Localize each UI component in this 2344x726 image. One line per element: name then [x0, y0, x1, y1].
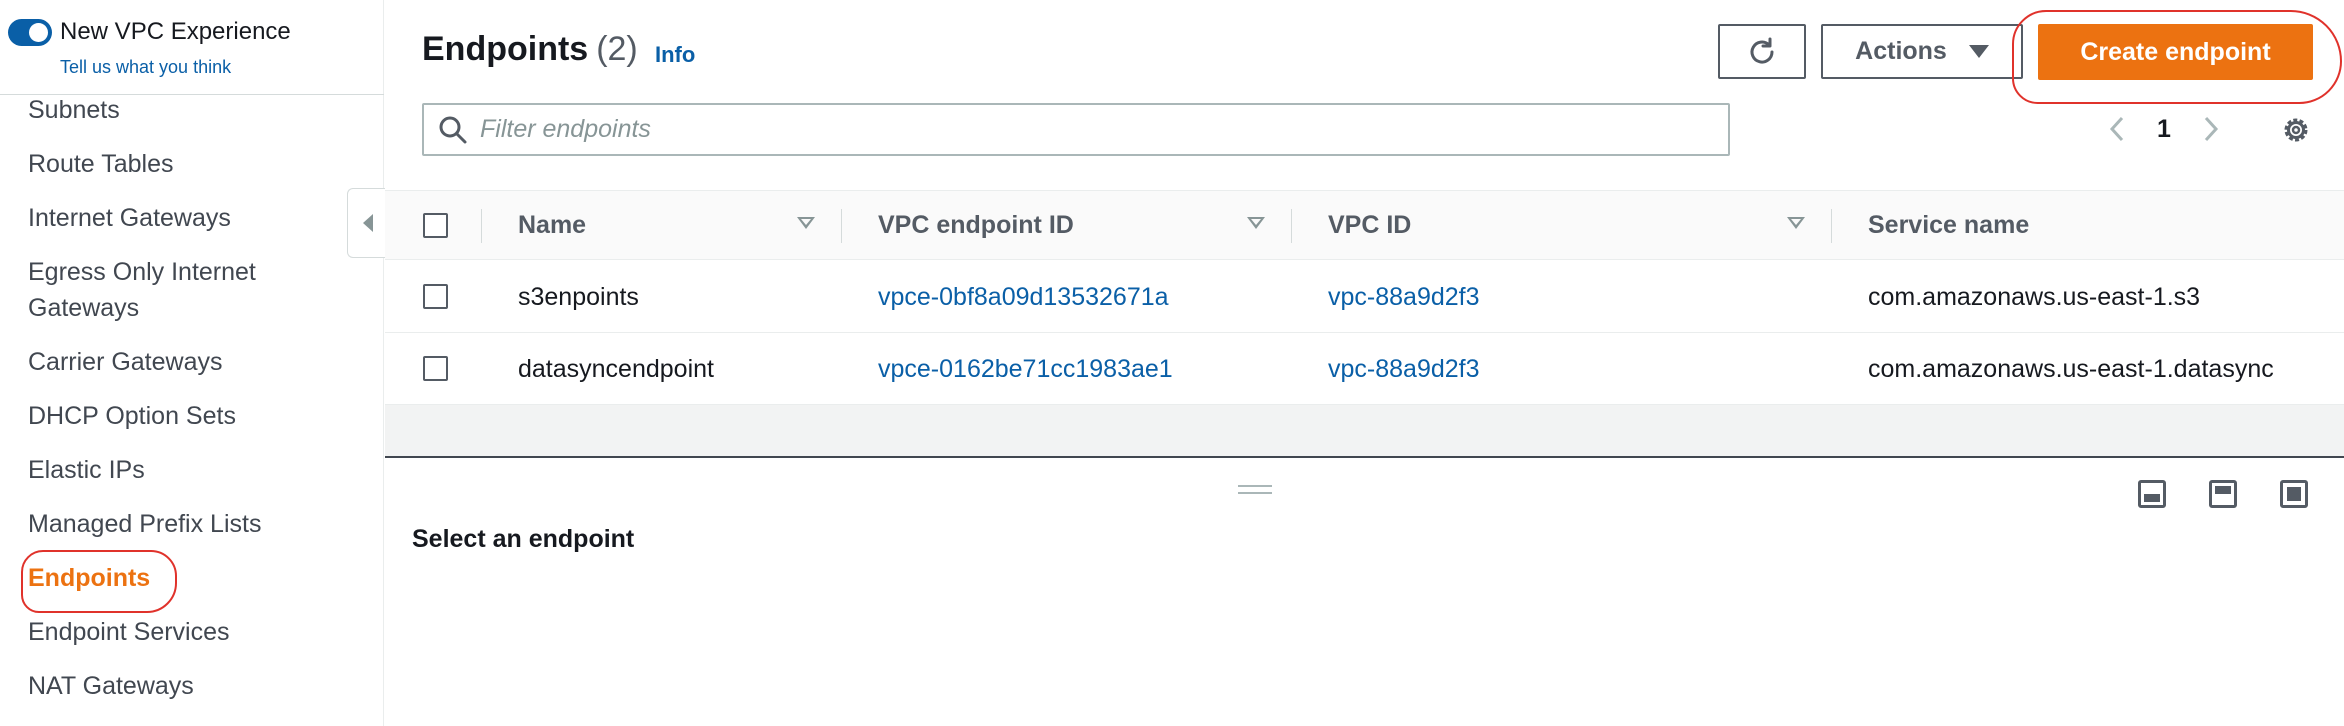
sidebar-item-managed-prefix-lists[interactable]: Managed Prefix Lists: [28, 506, 261, 542]
sidebar-item-elastic-ips[interactable]: Elastic IPs: [28, 452, 145, 488]
column-divider: [481, 209, 482, 243]
search-icon: [439, 116, 467, 143]
page-title-text: Endpoints: [422, 30, 589, 68]
service-name: com.amazonaws.us-east-1.datasync: [1868, 355, 2274, 383]
feedback-link[interactable]: Tell us what you think: [60, 57, 231, 78]
vpc-id-link[interactable]: vpc-88a9d2f3: [1328, 355, 1480, 384]
gear-icon[interactable]: [2280, 114, 2312, 146]
sidebar-item-egress-only-internet-gateways-line2[interactable]: Gateways: [28, 290, 139, 326]
sidebar-item-subnets[interactable]: Subnets: [28, 92, 120, 128]
main-content: Endpoints (2) Info Actions Create endpoin…: [385, 0, 2344, 726]
endpoint-name: datasyncendpoint: [518, 355, 714, 383]
sidebar-item-nat-gateways[interactable]: NAT Gateways: [28, 668, 194, 704]
actions-dropdown-button[interactable]: Actions: [1821, 24, 2023, 79]
page-title: Endpoints (2): [422, 30, 638, 69]
refresh-icon: [1750, 37, 1774, 64]
split-bottom-icon[interactable]: [2138, 480, 2166, 508]
sidebar-item-dhcp-option-sets[interactable]: DHCP Option Sets: [28, 398, 236, 434]
create-endpoint-annotation-circle: [2012, 10, 2342, 104]
sidebar-item-internet-gateways[interactable]: Internet Gateways: [28, 200, 231, 236]
endpoints-annotation-circle: [21, 550, 177, 613]
toggle-label: New VPC Experience: [60, 18, 291, 45]
info-link[interactable]: Info: [655, 42, 695, 68]
column-header-vpc-id[interactable]: VPC ID: [1328, 211, 1411, 240]
sidebar-item-egress-only-internet-gateways[interactable]: Egress Only Internet: [28, 254, 256, 290]
previous-page-icon[interactable]: [2103, 114, 2133, 144]
next-page-icon[interactable]: [2195, 114, 2225, 144]
column-divider: [841, 209, 842, 243]
filter-bar: [422, 103, 1730, 156]
table-row[interactable]: datasyncendpoint vpce-0162be71cc1983ae1 …: [385, 333, 2344, 405]
new-vpc-experience-toggle[interactable]: [8, 18, 52, 46]
sort-icon[interactable]: [1247, 217, 1265, 229]
split-panel-divider: [385, 456, 2344, 458]
vpc-id-link[interactable]: vpc-88a9d2f3: [1328, 283, 1480, 312]
table-header: Name VPC endpoint ID VPC ID Service name: [385, 190, 2344, 260]
vpc-endpoint-id-link[interactable]: vpce-0162be71cc1983ae1: [878, 355, 1173, 384]
sidebar-item-carrier-gateways[interactable]: Carrier Gateways: [28, 344, 223, 380]
vpc-endpoint-id-link[interactable]: vpce-0bf8a09d13532671a: [878, 283, 1169, 312]
sort-icon[interactable]: [797, 217, 815, 229]
column-divider: [1291, 209, 1292, 243]
filter-endpoints-input[interactable]: [480, 115, 1680, 144]
split-full-icon[interactable]: [2280, 480, 2308, 508]
endpoint-name: s3enpoints: [518, 283, 639, 311]
caret-left-icon: [362, 214, 373, 232]
column-header-service-name[interactable]: Service name: [1868, 211, 2029, 240]
table-empty-area: [385, 405, 2344, 457]
sidebar-item-endpoint-services[interactable]: Endpoint Services: [28, 614, 230, 650]
refresh-button[interactable]: [1718, 24, 1806, 79]
sidebar: New VPC Experience Tell us what you thin…: [0, 0, 384, 726]
table-row[interactable]: s3enpoints vpce-0bf8a09d13532671a vpc-88…: [385, 261, 2344, 333]
split-panel-drag-handle[interactable]: [1238, 485, 1272, 494]
caret-down-icon: [1968, 45, 1989, 58]
sidebar-item-route-tables[interactable]: Route Tables: [28, 146, 173, 182]
sidebar-collapse-handle[interactable]: [347, 188, 387, 258]
pagination: 1: [2103, 114, 2225, 144]
split-side-icon[interactable]: [2209, 480, 2237, 508]
details-empty-message: Select an endpoint: [412, 525, 635, 553]
row-checkbox[interactable]: [423, 284, 448, 309]
select-all-checkbox[interactable]: [423, 213, 448, 238]
column-divider: [1831, 209, 1832, 243]
column-header-name[interactable]: Name: [518, 211, 586, 240]
column-header-vpc-endpoint-id[interactable]: VPC endpoint ID: [878, 211, 1074, 240]
row-checkbox[interactable]: [423, 356, 448, 381]
service-name: com.amazonaws.us-east-1.s3: [1868, 283, 2201, 311]
new-vpc-experience-toggle-row: New VPC Experience: [8, 18, 291, 46]
endpoint-count: (2): [596, 30, 638, 68]
current-page-number[interactable]: 1: [2157, 115, 2171, 144]
sort-icon[interactable]: [1787, 217, 1805, 229]
actions-label: Actions: [1855, 37, 1947, 65]
